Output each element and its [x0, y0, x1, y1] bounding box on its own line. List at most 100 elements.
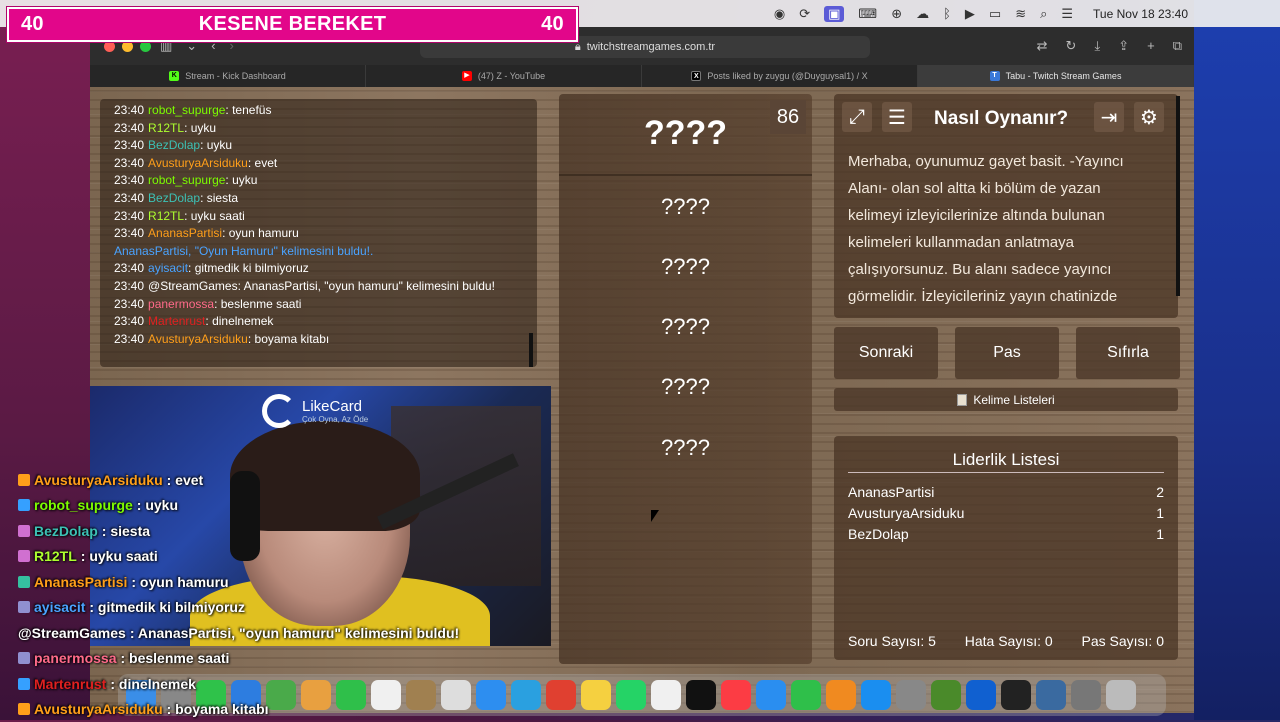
overlay-chat-username: panermossa	[34, 650, 116, 666]
share-icon[interactable]: ⇪	[1118, 38, 1129, 54]
reset-button[interactable]: Sıfırla	[1076, 327, 1180, 379]
music-icon[interactable]	[721, 680, 751, 710]
obs-icon[interactable]	[1001, 680, 1031, 710]
quicktime-icon[interactable]	[1036, 680, 1066, 710]
download-icon[interactable]: ⤓	[1094, 38, 1100, 54]
xcode-icon[interactable]	[931, 680, 961, 710]
chat-message: dinelnemek	[212, 314, 273, 328]
leaderboard-panel: Liderlik Listesi AnanasPartisi 2 Avustur…	[834, 436, 1178, 660]
chat-line: 23:40AvusturyaArsiduku: evet	[114, 156, 537, 174]
notes-icon[interactable]	[581, 680, 611, 710]
chat-username[interactable]: robot_supurge	[148, 173, 225, 187]
overlay-chat-username: Martenrust	[34, 676, 106, 692]
chat-username[interactable]: R12TL	[148, 209, 184, 223]
word-lists-button[interactable]: Kelime Listeleri	[834, 388, 1178, 411]
whatsapp-icon[interactable]	[616, 680, 646, 710]
chat-username[interactable]: AnanasPartisi	[148, 226, 222, 240]
numbers-icon[interactable]	[791, 680, 821, 710]
trash-icon[interactable]	[1106, 680, 1136, 710]
telegram-icon[interactable]	[511, 680, 541, 710]
tab-x[interactable]: X Posts liked by zuygu (@Duyguysal1) / X	[642, 65, 918, 87]
settings-icon[interactable]	[896, 680, 926, 710]
chat-message: tenefüs	[232, 103, 271, 117]
overlay-chat-line: ayisacit: gitmedik ki bilmiyoruz	[18, 595, 498, 621]
overlay-chat-line: Martenrust: dinelnemek	[18, 671, 498, 697]
globe-icon[interactable]: ⊕	[891, 6, 902, 22]
reload-icon[interactable]: ↻	[1066, 38, 1077, 54]
appstore-icon[interactable]	[861, 680, 891, 710]
chrome-icon[interactable]	[546, 680, 576, 710]
wd-icon[interactable]	[966, 680, 996, 710]
overlay-chat-username: AnanasPartisi	[34, 574, 127, 590]
search-icon[interactable]: ⌕	[1040, 6, 1047, 22]
overlay-chat-line: AvusturyaArsiduku: boyama kitabı	[18, 697, 498, 722]
sponsor-subtitle: Çok Oyna, Az Öde	[302, 415, 368, 424]
chat-username[interactable]: AvusturyaArsiduku	[148, 332, 248, 346]
chat-timestamp: 23:40	[114, 261, 144, 275]
chat-username[interactable]: ayisacit	[148, 261, 188, 275]
tab-tabu[interactable]: T Tabu - Twitch Stream Games	[918, 65, 1194, 87]
chat-username[interactable]: panermossa	[148, 297, 214, 311]
pass-button[interactable]: Pas	[955, 327, 1059, 379]
chat-line: 23:40R12TL: uyku saati	[114, 209, 537, 227]
keyboard-icon[interactable]: ⌨	[858, 6, 877, 22]
chat-username[interactable]: BezDolap	[148, 191, 200, 205]
rules-icon[interactable]: ☰	[882, 102, 912, 132]
overlay-chat-message: : beslenme saati	[120, 650, 229, 666]
tab-youtube[interactable]: ▶ (47) Z - YouTube	[366, 65, 642, 87]
pages-icon[interactable]	[826, 680, 856, 710]
preview-icon[interactable]	[1071, 680, 1101, 710]
translate-icon[interactable]: ⇄	[1037, 38, 1048, 54]
close-window-button[interactable]	[104, 41, 115, 52]
chat-username[interactable]: @StreamGames	[148, 279, 238, 293]
chat-line: 23:40Martenrust: dinelnemek	[114, 314, 537, 332]
chat-scrollbar[interactable]	[529, 333, 533, 367]
play-icon[interactable]: ▶	[965, 6, 975, 22]
word-divider	[559, 174, 812, 176]
control-center-icon[interactable]: ☰	[1061, 6, 1073, 22]
game-stats: Soru Sayısı: 5 Hata Sayısı: 0 Pas Sayısı…	[848, 633, 1164, 649]
fullscreen-icon[interactable]: ⤢	[842, 102, 872, 132]
overlay-chat-username: BezDolap	[34, 523, 98, 539]
freeform-icon[interactable]	[651, 680, 681, 710]
wifi-icon[interactable]: ≋	[1015, 6, 1026, 22]
chat-username[interactable]: BezDolap	[148, 138, 200, 152]
keynote-icon[interactable]	[756, 680, 786, 710]
chat-colon: :	[184, 121, 191, 135]
chat-username[interactable]: AvusturyaArsiduku	[148, 156, 248, 170]
tab-label: (47) Z - YouTube	[478, 71, 545, 81]
zoom-window-button[interactable]	[140, 41, 151, 52]
next-button[interactable]: Sonraki	[834, 327, 938, 379]
sync-icon[interactable]: ⟳	[799, 6, 810, 22]
user-badge-icon	[18, 499, 30, 511]
chat-username[interactable]: Martenrust	[148, 314, 205, 328]
overlay-chat-line: R12TL: uyku saati	[18, 544, 498, 570]
gear-icon[interactable]: ⚙	[1134, 102, 1164, 132]
word-lists-label: Kelime Listeleri	[973, 393, 1054, 407]
bluetooth-icon[interactable]: ᛒ	[943, 6, 951, 21]
minimize-window-button[interactable]	[122, 41, 133, 52]
chat-username[interactable]: R12TL	[148, 121, 184, 135]
how-to-play-scrollbar[interactable]	[1176, 96, 1180, 296]
tab-overview-icon[interactable]: ⧉	[1173, 38, 1182, 54]
logout-icon[interactable]: ⇥	[1094, 102, 1124, 132]
chat-timestamp: 23:40	[114, 191, 144, 205]
forbidden-word: ????	[559, 254, 812, 280]
tab-kick[interactable]: K Stream - Kick Dashboard	[90, 65, 366, 87]
chat-username[interactable]: robot_supurge	[148, 103, 225, 117]
overlay-chat-message: : oyun hamuru	[131, 574, 228, 590]
screen-icon[interactable]: ▣	[824, 6, 844, 22]
chat-username[interactable]: AnanasPartisi, "Oyun Hamuru" kelimesini …	[114, 244, 373, 258]
app-icon[interactable]: ◉	[774, 6, 785, 22]
battery-icon[interactable]: ▭	[989, 6, 1001, 22]
chat-timestamp: 23:40	[114, 332, 144, 346]
overlay-chat-message: : dinelnemek	[110, 676, 196, 692]
cloud-icon[interactable]: ☁	[916, 6, 929, 22]
new-tab-icon[interactable]: +	[1147, 38, 1155, 54]
menu-clock[interactable]: Tue Nov 18 23:40	[1093, 7, 1188, 21]
overlay-chat-message: : uyku	[137, 497, 178, 513]
forbidden-word: ????	[559, 314, 812, 340]
desktop-background-right	[1194, 0, 1280, 720]
appletv-icon[interactable]	[686, 680, 716, 710]
overlay-chat-line: AvusturyaArsiduku: evet	[18, 467, 498, 493]
